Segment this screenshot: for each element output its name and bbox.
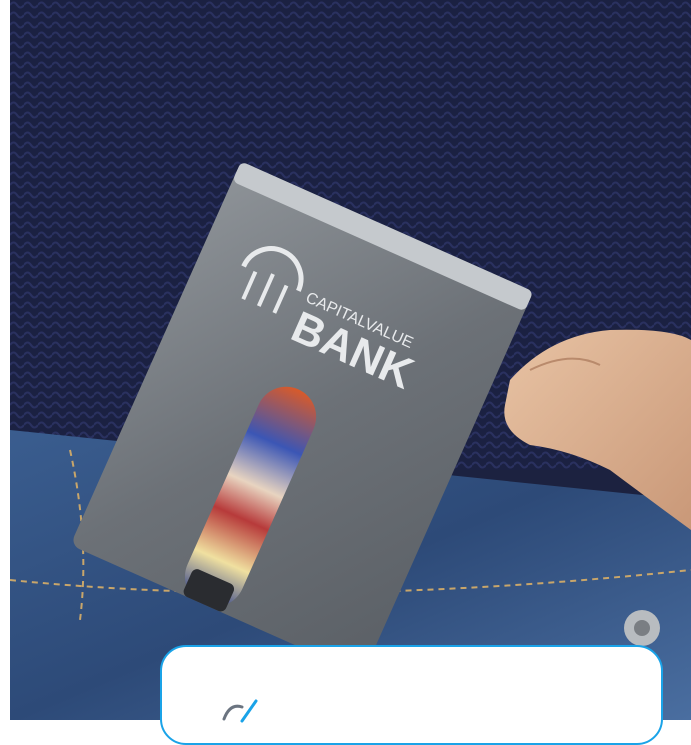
photo-scene: CAPITALVALUE BANK — [10, 0, 691, 720]
info-badge — [160, 645, 663, 745]
check-icon — [222, 699, 258, 723]
product-photo: CAPITALVALUE BANK — [10, 0, 691, 720]
